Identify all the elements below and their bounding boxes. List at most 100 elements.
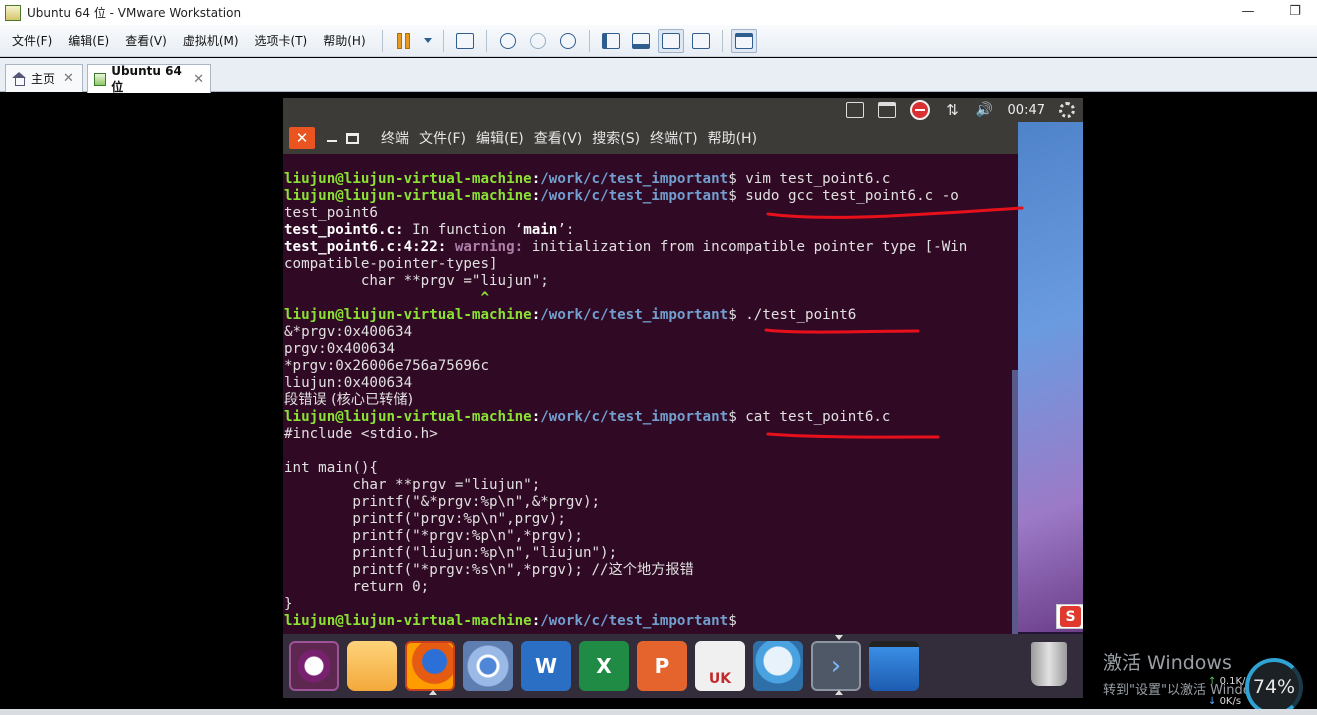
- workspace-switcher-launcher[interactable]: [869, 641, 919, 691]
- memory-usage-gauge[interactable]: 74%: [1245, 658, 1303, 715]
- code-line: printf("liujun:%p\n","liujun");: [284, 545, 618, 561]
- terminal-line: liujun:0x400634: [284, 375, 413, 391]
- revert-snapshot-button[interactable]: [525, 29, 551, 53]
- upload-arrow-icon: ↑: [1208, 676, 1220, 687]
- vmware-menubar: 文件(F) 编辑(E) 查看(V) 虚拟机(M) 选项卡(T) 帮助(H): [0, 25, 1317, 57]
- vm-icon: [94, 72, 107, 86]
- library-icon: [601, 32, 620, 49]
- code-line: printf("*prgv:%p\n",*prgv);: [284, 528, 583, 544]
- volume-icon[interactable]: 🔊: [976, 102, 994, 118]
- tab-home[interactable]: 主页 ✕: [5, 64, 83, 92]
- trash-icon[interactable]: [1031, 642, 1067, 686]
- ubuntu-launcher-dock: W X P UK ›: [283, 634, 1083, 698]
- menu-tabs[interactable]: 选项卡(T): [249, 30, 314, 52]
- download-arrow-icon: ↓: [1208, 696, 1220, 707]
- files-launcher[interactable]: [347, 641, 397, 691]
- vm-tab-bar: 主页 ✕ Ubuntu 64 位 ✕: [0, 58, 1317, 94]
- wps-writer-launcher[interactable]: W: [521, 641, 571, 691]
- unity-icon: [691, 32, 710, 49]
- firefox-launcher[interactable]: [405, 641, 455, 695]
- menu-edit[interactable]: 编辑(E): [62, 30, 115, 52]
- show-library-button[interactable]: [598, 29, 624, 53]
- gear-icon[interactable]: [1059, 102, 1075, 118]
- tab-label: 主页: [31, 72, 56, 86]
- console-view-button[interactable]: [730, 28, 757, 53]
- guest-display[interactable]: ⇅ 🔊 00:47 ✕ 终端 文件(F) 编辑(E) 查看(V) 搜索(S) 终…: [283, 98, 1083, 698]
- panel-clock[interactable]: 00:47: [1008, 103, 1045, 118]
- terminal-scrollbar[interactable]: [1012, 370, 1018, 634]
- terminal-line: compatible-pointer-types]: [284, 256, 498, 272]
- vmware-status-bar: [0, 709, 1317, 715]
- terminal-menu-terminal[interactable]: 终端(T): [650, 128, 697, 148]
- snapshot-icon: [499, 32, 516, 49]
- terminal-launcher[interactable]: ›: [811, 635, 861, 695]
- tab-ubuntu[interactable]: Ubuntu 64 位 ✕: [87, 63, 211, 94]
- suspend-button[interactable]: [391, 29, 417, 53]
- revert-snapshot-icon: [529, 32, 546, 49]
- power-dropdown-button[interactable]: [421, 29, 435, 53]
- calendar-icon[interactable]: [877, 102, 896, 118]
- close-icon[interactable]: ✕: [193, 72, 204, 87]
- ubuntu-kylin-software-launcher[interactable]: UK: [695, 641, 745, 691]
- system-assistant-launcher[interactable]: [753, 641, 803, 691]
- terminal-app-menu[interactable]: 终端: [381, 128, 409, 148]
- terminal-line: 段错误 (核心已转储): [284, 392, 414, 408]
- menu-view[interactable]: 查看(V): [119, 30, 173, 52]
- sogou-logo-icon[interactable]: S: [1060, 606, 1081, 627]
- snapshot-manager-button[interactable]: [555, 29, 581, 53]
- terminal-line: prgv:0x400634: [284, 341, 396, 357]
- fullscreen-icon: [661, 32, 680, 49]
- vmware-title-bar: Ubuntu 64 位 - VMware Workstation — ❐: [0, 0, 1317, 25]
- terminal-line: liujun@liujun-virtual-machine:/work/c/te…: [284, 409, 891, 425]
- terminal-menu-edit[interactable]: 编辑(E): [476, 128, 524, 148]
- code-line: char **prgv ="liujun";: [284, 477, 541, 493]
- minimize-button[interactable]: —: [1235, 3, 1261, 21]
- close-icon[interactable]: ✕: [63, 71, 74, 86]
- desktop-wallpaper: [1018, 122, 1083, 632]
- code-line: #include <stdio.h>: [284, 426, 438, 442]
- menu-file[interactable]: 文件(F): [6, 30, 58, 52]
- code-line: }: [284, 596, 293, 612]
- fullscreen-button[interactable]: [657, 28, 684, 53]
- terminal-line: liujun@liujun-virtual-machine:/work/c/te…: [284, 171, 891, 187]
- chromium-launcher[interactable]: [463, 641, 513, 691]
- tab-label: Ubuntu 64 位: [111, 63, 182, 94]
- terminal-menu-help[interactable]: 帮助(H): [708, 128, 757, 148]
- terminal-output[interactable]: liujun@liujun-virtual-machine:/work/c/te…: [283, 154, 1018, 634]
- menu-help[interactable]: 帮助(H): [317, 30, 371, 52]
- terminal-menu-search[interactable]: 搜索(S): [592, 128, 640, 148]
- take-snapshot-button[interactable]: [495, 29, 521, 53]
- send-ctrl-alt-del-button[interactable]: [452, 29, 478, 53]
- terminal-line: liujun@liujun-virtual-machine:/work/c/te…: [284, 307, 857, 323]
- code-line: printf("*prgv:%s\n",*prgv); //这个地方报错: [284, 562, 694, 578]
- keyboard-icon[interactable]: [845, 102, 864, 118]
- keyboard-send-icon: [455, 32, 474, 49]
- toolbar-separator: [588, 29, 590, 52]
- toolbar-separator: [485, 29, 487, 52]
- ime-toolbar: S 英: [1056, 604, 1083, 629]
- terminal-line: test_point6.c:4:22: warning: initializat…: [284, 239, 968, 255]
- unity-button[interactable]: [688, 29, 714, 53]
- terminal-maximize-button[interactable]: [346, 132, 359, 144]
- pause-icon: [397, 32, 411, 49]
- thumbnail-bar-button[interactable]: [628, 29, 654, 53]
- transfer-arrows-icon[interactable]: ⇅: [944, 102, 962, 118]
- terminal-line: test_point6.c: In function ‘main’:: [284, 222, 575, 238]
- wps-presentation-launcher[interactable]: P: [637, 641, 687, 691]
- console-view-icon: [734, 32, 753, 49]
- snapshot-manager-icon: [559, 32, 576, 49]
- terminal-menu-file[interactable]: 文件(F): [419, 128, 466, 148]
- toolbar-separator: [381, 29, 383, 52]
- terminal-line: &*prgv:0x400634: [284, 324, 413, 340]
- terminal-menu-view[interactable]: 查看(V): [534, 128, 583, 148]
- terminal-line: char **prgv ="liujun";: [284, 273, 549, 289]
- terminal-minimize-button[interactable]: [327, 140, 337, 142]
- terminal-close-button[interactable]: ✕: [289, 127, 315, 149]
- chevron-down-icon: [423, 38, 432, 43]
- menu-vm[interactable]: 虚拟机(M): [177, 30, 245, 52]
- wps-spreadsheet-launcher[interactable]: X: [579, 641, 629, 691]
- no-network-icon[interactable]: [909, 100, 930, 120]
- restore-button[interactable]: ❐: [1282, 3, 1308, 21]
- dash-home-launcher[interactable]: [289, 641, 339, 691]
